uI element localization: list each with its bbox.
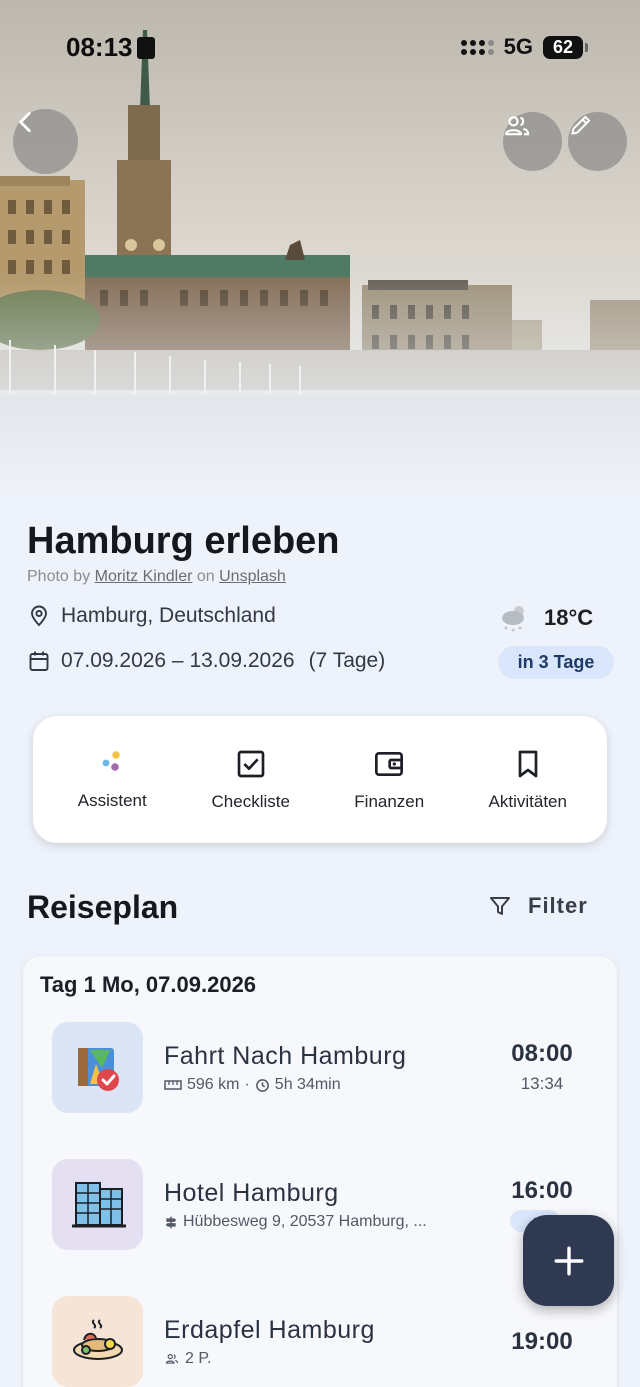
entry-meta: 2 P. (164, 1350, 211, 1368)
credit-prefix: Photo by (27, 568, 91, 585)
filter-label: Filter (528, 893, 588, 918)
countdown-badge: in 3 Tage (498, 646, 614, 679)
trip-title: Hamburg erleben (27, 520, 340, 562)
activities-button[interactable]: Aktivitäten (463, 748, 593, 812)
thumbnail (52, 1296, 143, 1387)
people-icon (165, 1354, 179, 1364)
entry-end-time: 13:34 (520, 1074, 564, 1093)
entry-people: 2 P. (185, 1350, 212, 1367)
checklist-button[interactable]: Checkliste (186, 748, 316, 812)
day-title: Tag 1 Mo, 07.09.2026 (40, 972, 257, 997)
back-button[interactable] (13, 109, 78, 174)
entry-address: Hübbesweg 9, 20537 Hamburg, ... (183, 1213, 427, 1230)
add-item-button[interactable] (523, 1215, 614, 1306)
trip-location: Hamburg, Deutschland (27, 604, 276, 628)
wallet-icon (375, 751, 404, 776)
edit-button[interactable] (568, 112, 627, 171)
photographer-link[interactable]: Moritz Kindler (95, 568, 193, 585)
hero-image: 08:13 5G 62 (0, 0, 640, 500)
food-plate-icon (72, 1318, 123, 1360)
day-card: Tag 1 Mo, 07.09.2026 Fahrt Nach Hamburg … (23, 956, 617, 1387)
checklist-label: Checkliste (211, 791, 290, 811)
assistant-dots-icon (102, 750, 121, 771)
calendar-icon (29, 651, 49, 671)
finances-button[interactable]: Finanzen (324, 748, 454, 812)
chevron-left-icon (19, 111, 31, 133)
pencil-icon (571, 115, 591, 135)
entry-distance: 596 km (187, 1076, 240, 1093)
finances-label: Finanzen (354, 791, 425, 811)
entry-name: Hotel Hamburg (164, 1179, 339, 1207)
bookmark-icon (518, 750, 538, 777)
signpost-icon (165, 1216, 177, 1228)
trip-dates: 07.09.2026 – 13.09.2026 (7 Tage) (27, 649, 385, 673)
clock-icon (255, 1078, 269, 1092)
entry-start-time: 19:00 (511, 1328, 573, 1355)
entry-name: Erdapfel Hamburg (164, 1316, 375, 1344)
entry-name: Fahrt Nach Hamburg (164, 1042, 407, 1070)
battery-icon: 62 (543, 35, 588, 59)
itinerary-entry-restaurant[interactable]: Erdapfel Hamburg 2 P. 19:00 (52, 1296, 592, 1387)
status-time-text: 08:13 (66, 32, 133, 62)
weather-info: 18°C (498, 601, 593, 635)
filter-button[interactable]: Filter (488, 893, 588, 919)
location-text: Hamburg, Deutschland (61, 604, 276, 627)
status-time: 08:13 (66, 32, 155, 63)
assistant-button[interactable]: Assistent (47, 749, 177, 811)
signal-icon (460, 39, 494, 55)
entry-meta: Hübbesweg 9, 20537 Hamburg, ... (164, 1213, 427, 1231)
itinerary-entry-drive[interactable]: Fahrt Nach Hamburg 596 km · 5h 34min 08:… (52, 1022, 592, 1114)
temperature-text: 18°C (544, 605, 594, 630)
plus-icon (554, 1246, 583, 1275)
id-card-icon (136, 37, 155, 59)
filter-icon (490, 897, 510, 915)
people-icon (504, 116, 530, 136)
date-range-text: 07.09.2026 – 13.09.2026 (61, 649, 295, 672)
thumbnail (52, 1159, 143, 1250)
meta-separator: · (244, 1076, 250, 1093)
location-pin-icon (31, 605, 47, 627)
entry-start-time: 08:00 (511, 1040, 573, 1067)
itinerary-title: Reiseplan (27, 889, 179, 925)
itinerary-entry-hotel[interactable]: Hotel Hamburg Hübbesweg 9, 20537 Hamburg… (52, 1159, 592, 1251)
activities-label: Aktivitäten (488, 791, 567, 811)
network-type: 5G (503, 34, 533, 59)
members-button[interactable] (503, 112, 562, 171)
unsplash-link[interactable]: Unsplash (219, 568, 286, 585)
status-indicators: 5G 62 (460, 34, 588, 60)
quick-actions-card: Assistent Checkliste Finanzen Aktivitäte… (33, 716, 607, 843)
thumbnail (52, 1022, 143, 1113)
hotel-building-icon (71, 1181, 126, 1227)
battery-level: 62 (543, 35, 583, 59)
map-route-icon (77, 1047, 119, 1091)
assistant-label: Assistent (77, 790, 147, 810)
photo-credit: Photo by Moritz Kindler on Unsplash (27, 568, 286, 586)
duration-text: (7 Tage) (308, 649, 386, 672)
entry-duration: 5h 34min (274, 1076, 341, 1093)
entry-meta: 596 km · 5h 34min (164, 1076, 341, 1094)
cloudy-snow-icon (502, 606, 524, 632)
hamburg-city-hall-photo (0, 0, 640, 500)
entry-start-time: 16:00 (511, 1177, 573, 1204)
credit-on: on (196, 568, 215, 585)
ruler-icon (164, 1080, 182, 1090)
checkbox-icon (237, 750, 265, 777)
